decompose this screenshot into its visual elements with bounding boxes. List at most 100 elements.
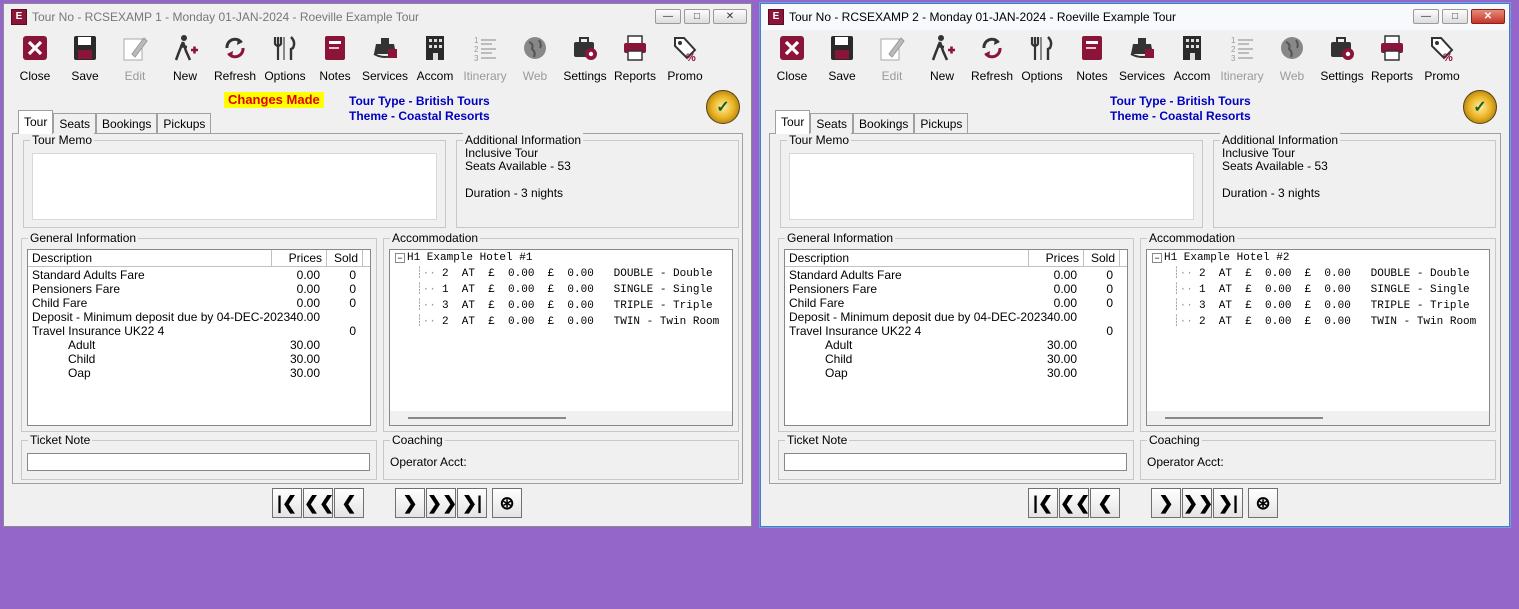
refresh-button[interactable]: Refresh: [967, 32, 1017, 83]
tab-pickups[interactable]: Pickups: [157, 113, 212, 133]
previous-record-button[interactable]: ❮: [334, 488, 364, 518]
minimize-button[interactable]: —: [655, 9, 681, 24]
table-row[interactable]: Pensioners Fare 0.00 0: [785, 282, 1127, 296]
general-info-list[interactable]: Description Prices Sold Standard Adults …: [784, 249, 1128, 426]
room-node[interactable]: 2 AT £ 0.00 £ 0.00 DOUBLE - Double: [442, 266, 713, 282]
close-window-button[interactable]: ✕: [713, 9, 747, 24]
next-record-button[interactable]: ❯: [1151, 488, 1181, 518]
previous-record-button[interactable]: ❮: [1090, 488, 1120, 518]
table-row[interactable]: Deposit - Minimum deposit due by 04-DEC-…: [785, 310, 1127, 324]
tour-window-2[interactable]: E Tour No - RCSEXAMP 2 - Monday 01-JAN-2…: [760, 3, 1510, 527]
room-node[interactable]: 2 AT £ 0.00 £ 0.00 DOUBLE - Double: [1199, 266, 1470, 282]
new-button[interactable]: New: [160, 32, 210, 83]
table-row[interactable]: Child 30.00: [28, 352, 370, 366]
general-info-list[interactable]: Description Prices Sold Standard Adults …: [27, 249, 371, 426]
edit-button[interactable]: Edit: [867, 32, 917, 83]
promo-button[interactable]: % Promo: [660, 32, 710, 83]
tab-tour[interactable]: Tour: [18, 110, 54, 134]
options-button[interactable]: Options: [260, 32, 310, 83]
maximize-button[interactable]: □: [684, 9, 710, 24]
refresh-button[interactable]: Refresh: [210, 32, 260, 83]
title-bar[interactable]: E Tour No - RCSEXAMP 2 - Monday 01-JAN-2…: [761, 4, 1509, 30]
table-row[interactable]: Standard Adults Fare 0.00 0: [785, 268, 1127, 282]
collapse-icon[interactable]: −: [1152, 253, 1162, 263]
tour-memo-textarea[interactable]: [789, 153, 1194, 220]
last-record-button[interactable]: ❯|: [1213, 488, 1243, 518]
settings-button[interactable]: Settings: [560, 32, 610, 83]
tab-bookings[interactable]: Bookings: [853, 113, 915, 133]
ticket-note-input[interactable]: [27, 453, 370, 471]
column-header-sold[interactable]: Sold: [1084, 250, 1120, 266]
maximize-button[interactable]: □: [1442, 9, 1468, 24]
collapse-icon[interactable]: −: [395, 253, 405, 263]
table-row[interactable]: Child Fare 0.00 0: [785, 296, 1127, 310]
table-row[interactable]: Child 30.00: [785, 352, 1127, 366]
tab-seats[interactable]: Seats: [53, 113, 97, 133]
edit-button[interactable]: Edit: [110, 32, 160, 83]
new-button[interactable]: New: [917, 32, 967, 83]
web-button[interactable]: Web: [510, 32, 560, 83]
scrollbar-thumb[interactable]: [1165, 417, 1323, 419]
first-record-button[interactable]: |❮: [272, 488, 302, 518]
column-header-sold[interactable]: Sold: [327, 250, 363, 266]
column-header-prices[interactable]: Prices: [272, 250, 327, 266]
itinerary-button[interactable]: 1 2 3 Itinerary: [460, 32, 510, 83]
tab-bookings[interactable]: Bookings: [96, 113, 158, 133]
table-row[interactable]: Oap 30.00: [28, 366, 370, 380]
next-page-button[interactable]: ❯❯: [426, 488, 457, 518]
table-row[interactable]: Adult 30.00: [785, 338, 1127, 352]
tour-window-1[interactable]: E Tour No - RCSEXAMP 1 - Monday 01-JAN-2…: [3, 3, 752, 527]
notes-button[interactable]: Notes: [1067, 32, 1117, 83]
search-button[interactable]: ⊛: [1248, 488, 1278, 518]
close-button[interactable]: Close: [767, 32, 817, 83]
room-node[interactable]: 1 AT £ 0.00 £ 0.00 SINGLE - Single: [1199, 282, 1470, 298]
accommodation-tree[interactable]: − H1 Example Hotel #1 ┊·· 2 AT £ 0.00 £ 0…: [389, 249, 733, 426]
table-row[interactable]: Oap 30.00: [785, 366, 1127, 380]
table-row[interactable]: Pensioners Fare 0.00 0: [28, 282, 370, 296]
tour-memo-textarea[interactable]: [32, 153, 437, 220]
promo-button[interactable]: % Promo: [1417, 32, 1467, 83]
previous-page-button[interactable]: ❮❮: [1059, 488, 1090, 518]
room-node[interactable]: 3 AT £ 0.00 £ 0.00 TRIPLE - Triple: [1199, 298, 1470, 314]
tab-tour[interactable]: Tour: [775, 110, 811, 134]
column-header-prices[interactable]: Prices: [1029, 250, 1084, 266]
hotel-node[interactable]: H1 Example Hotel #1: [407, 250, 532, 266]
hotel-node[interactable]: H1 Example Hotel #2: [1164, 250, 1289, 266]
services-button[interactable]: Services: [360, 32, 410, 83]
web-button[interactable]: Web: [1267, 32, 1317, 83]
table-row[interactable]: Adult 30.00: [28, 338, 370, 352]
services-button[interactable]: Services: [1117, 32, 1167, 83]
room-node[interactable]: 2 AT £ 0.00 £ 0.00 TWIN - Twin Room: [1199, 314, 1476, 330]
horizontal-scrollbar[interactable]: [390, 411, 732, 425]
table-row[interactable]: Child Fare 0.00 0: [28, 296, 370, 310]
previous-page-button[interactable]: ❮❮: [303, 488, 334, 518]
save-button[interactable]: Save: [60, 32, 110, 83]
room-node[interactable]: 1 AT £ 0.00 £ 0.00 SINGLE - Single: [442, 282, 713, 298]
accom-button[interactable]: Accom: [1167, 32, 1217, 83]
minimize-button[interactable]: —: [1413, 9, 1439, 24]
tab-pickups[interactable]: Pickups: [914, 113, 969, 133]
table-row[interactable]: Travel Insurance UK22 4 0: [28, 324, 370, 338]
accom-button[interactable]: Accom: [410, 32, 460, 83]
options-button[interactable]: Options: [1017, 32, 1067, 83]
table-row[interactable]: Standard Adults Fare 0.00 0: [28, 268, 370, 282]
ticket-note-input[interactable]: [784, 453, 1127, 471]
search-button[interactable]: ⊛: [492, 488, 522, 518]
save-button[interactable]: Save: [817, 32, 867, 83]
title-bar[interactable]: E Tour No - RCSEXAMP 1 - Monday 01-JAN-2…: [4, 4, 751, 30]
next-record-button[interactable]: ❯: [395, 488, 425, 518]
settings-button[interactable]: Settings: [1317, 32, 1367, 83]
close-button[interactable]: Close: [10, 32, 60, 83]
room-node[interactable]: 2 AT £ 0.00 £ 0.00 TWIN - Twin Room: [442, 314, 719, 330]
last-record-button[interactable]: ❯|: [457, 488, 487, 518]
column-header-description[interactable]: Description: [785, 250, 1029, 266]
column-header-description[interactable]: Description: [28, 250, 272, 266]
scrollbar-thumb[interactable]: [408, 417, 566, 419]
tab-seats[interactable]: Seats: [810, 113, 854, 133]
itinerary-button[interactable]: 1 2 3 Itinerary: [1217, 32, 1267, 83]
notes-button[interactable]: Notes: [310, 32, 360, 83]
horizontal-scrollbar[interactable]: [1147, 411, 1489, 425]
room-node[interactable]: 3 AT £ 0.00 £ 0.00 TRIPLE - Triple: [442, 298, 713, 314]
first-record-button[interactable]: |❮: [1028, 488, 1058, 518]
table-row[interactable]: Travel Insurance UK22 4 0: [785, 324, 1127, 338]
